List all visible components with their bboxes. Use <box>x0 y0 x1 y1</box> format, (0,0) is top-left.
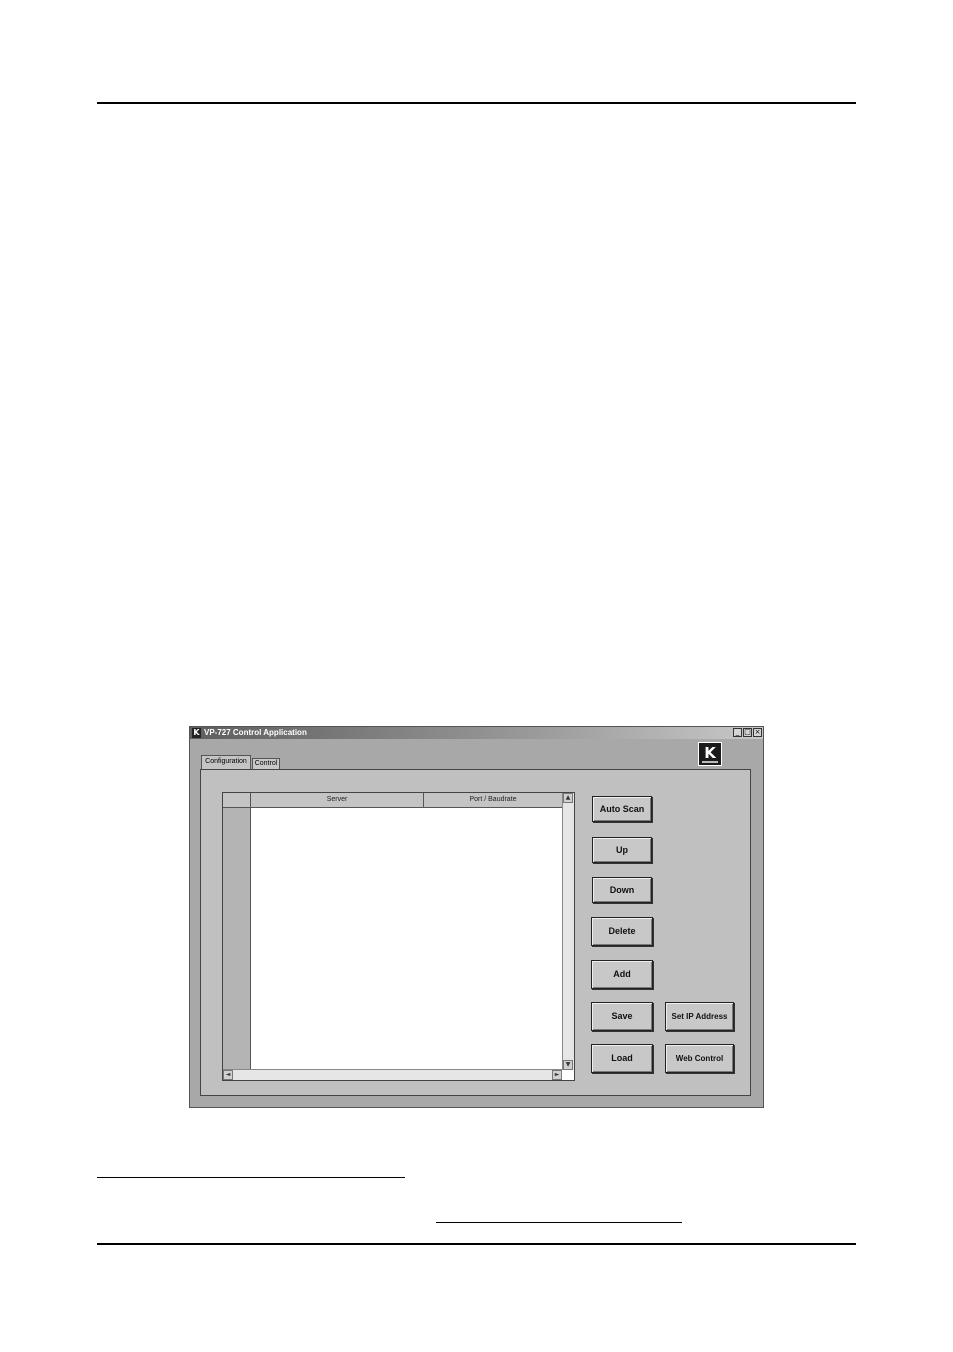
load-label: Load <box>611 1053 633 1063</box>
footnote-link-underline <box>436 1222 682 1223</box>
kramer-logo-icon: K <box>698 742 722 766</box>
application-window: K VP-727 Control Application _ □ × Confi… <box>189 726 764 1108</box>
add-label: Add <box>613 969 631 979</box>
brand-bar <box>702 761 718 763</box>
maximize-button[interactable]: □ <box>743 728 752 737</box>
set-ip-address-button[interactable]: Set IP Address <box>665 1002 734 1031</box>
page-header-rule <box>97 102 856 104</box>
page-footer-rule <box>97 1243 856 1245</box>
delete-label: Delete <box>608 926 636 936</box>
minimize-button[interactable]: _ <box>733 728 742 737</box>
add-button[interactable]: Add <box>591 960 653 989</box>
up-label: Up <box>616 845 628 855</box>
web-control-label: Web Control <box>675 1054 724 1063</box>
table-header: Server Port / Baudrate <box>223 793 562 808</box>
column-header-corner <box>223 793 251 807</box>
scroll-right-icon[interactable]: ► <box>552 1070 562 1080</box>
app-logo-icon: K <box>192 728 201 738</box>
column-header-server[interactable]: Server <box>251 793 424 807</box>
scroll-down-icon[interactable]: ▼ <box>563 1060 573 1070</box>
load-button[interactable]: Load <box>591 1044 653 1073</box>
save-label: Save <box>611 1011 633 1021</box>
down-label: Down <box>609 885 635 895</box>
horizontal-scrollbar[interactable]: ◄ ► <box>223 1069 562 1080</box>
scroll-up-icon[interactable]: ▲ <box>563 793 573 803</box>
row-header-strip <box>223 808 251 1070</box>
save-button[interactable]: Save <box>591 1002 653 1031</box>
column-header-port-baudrate[interactable]: Port / Baudrate <box>424 793 562 807</box>
close-button[interactable]: × <box>753 728 762 737</box>
tab-control[interactable]: Control <box>252 758 280 769</box>
tab-configuration[interactable]: Configuration <box>201 755 251 770</box>
delete-button[interactable]: Delete <box>591 917 653 946</box>
down-button[interactable]: Down <box>592 877 652 903</box>
auto-scan-label: Auto Scan <box>599 804 645 814</box>
server-list-table[interactable]: Server Port / Baudrate ▲ ▼ ◄ ► <box>222 792 575 1081</box>
footnote-separator <box>97 1177 405 1178</box>
brand-letter: K <box>704 744 716 762</box>
set-ip-address-label: Set IP Address <box>671 1012 728 1021</box>
title-bar[interactable]: K VP-727 Control Application _ □ × <box>190 727 763 739</box>
configuration-panel: Server Port / Baudrate ▲ ▼ ◄ ► Auto Scan… <box>200 769 751 1096</box>
window-title: VP-727 Control Application <box>204 728 307 737</box>
vertical-scrollbar[interactable]: ▲ ▼ <box>562 793 574 1070</box>
web-control-button[interactable]: Web Control <box>665 1044 734 1073</box>
scroll-left-icon[interactable]: ◄ <box>223 1070 233 1080</box>
up-button[interactable]: Up <box>592 837 652 863</box>
auto-scan-button[interactable]: Auto Scan <box>592 796 652 822</box>
